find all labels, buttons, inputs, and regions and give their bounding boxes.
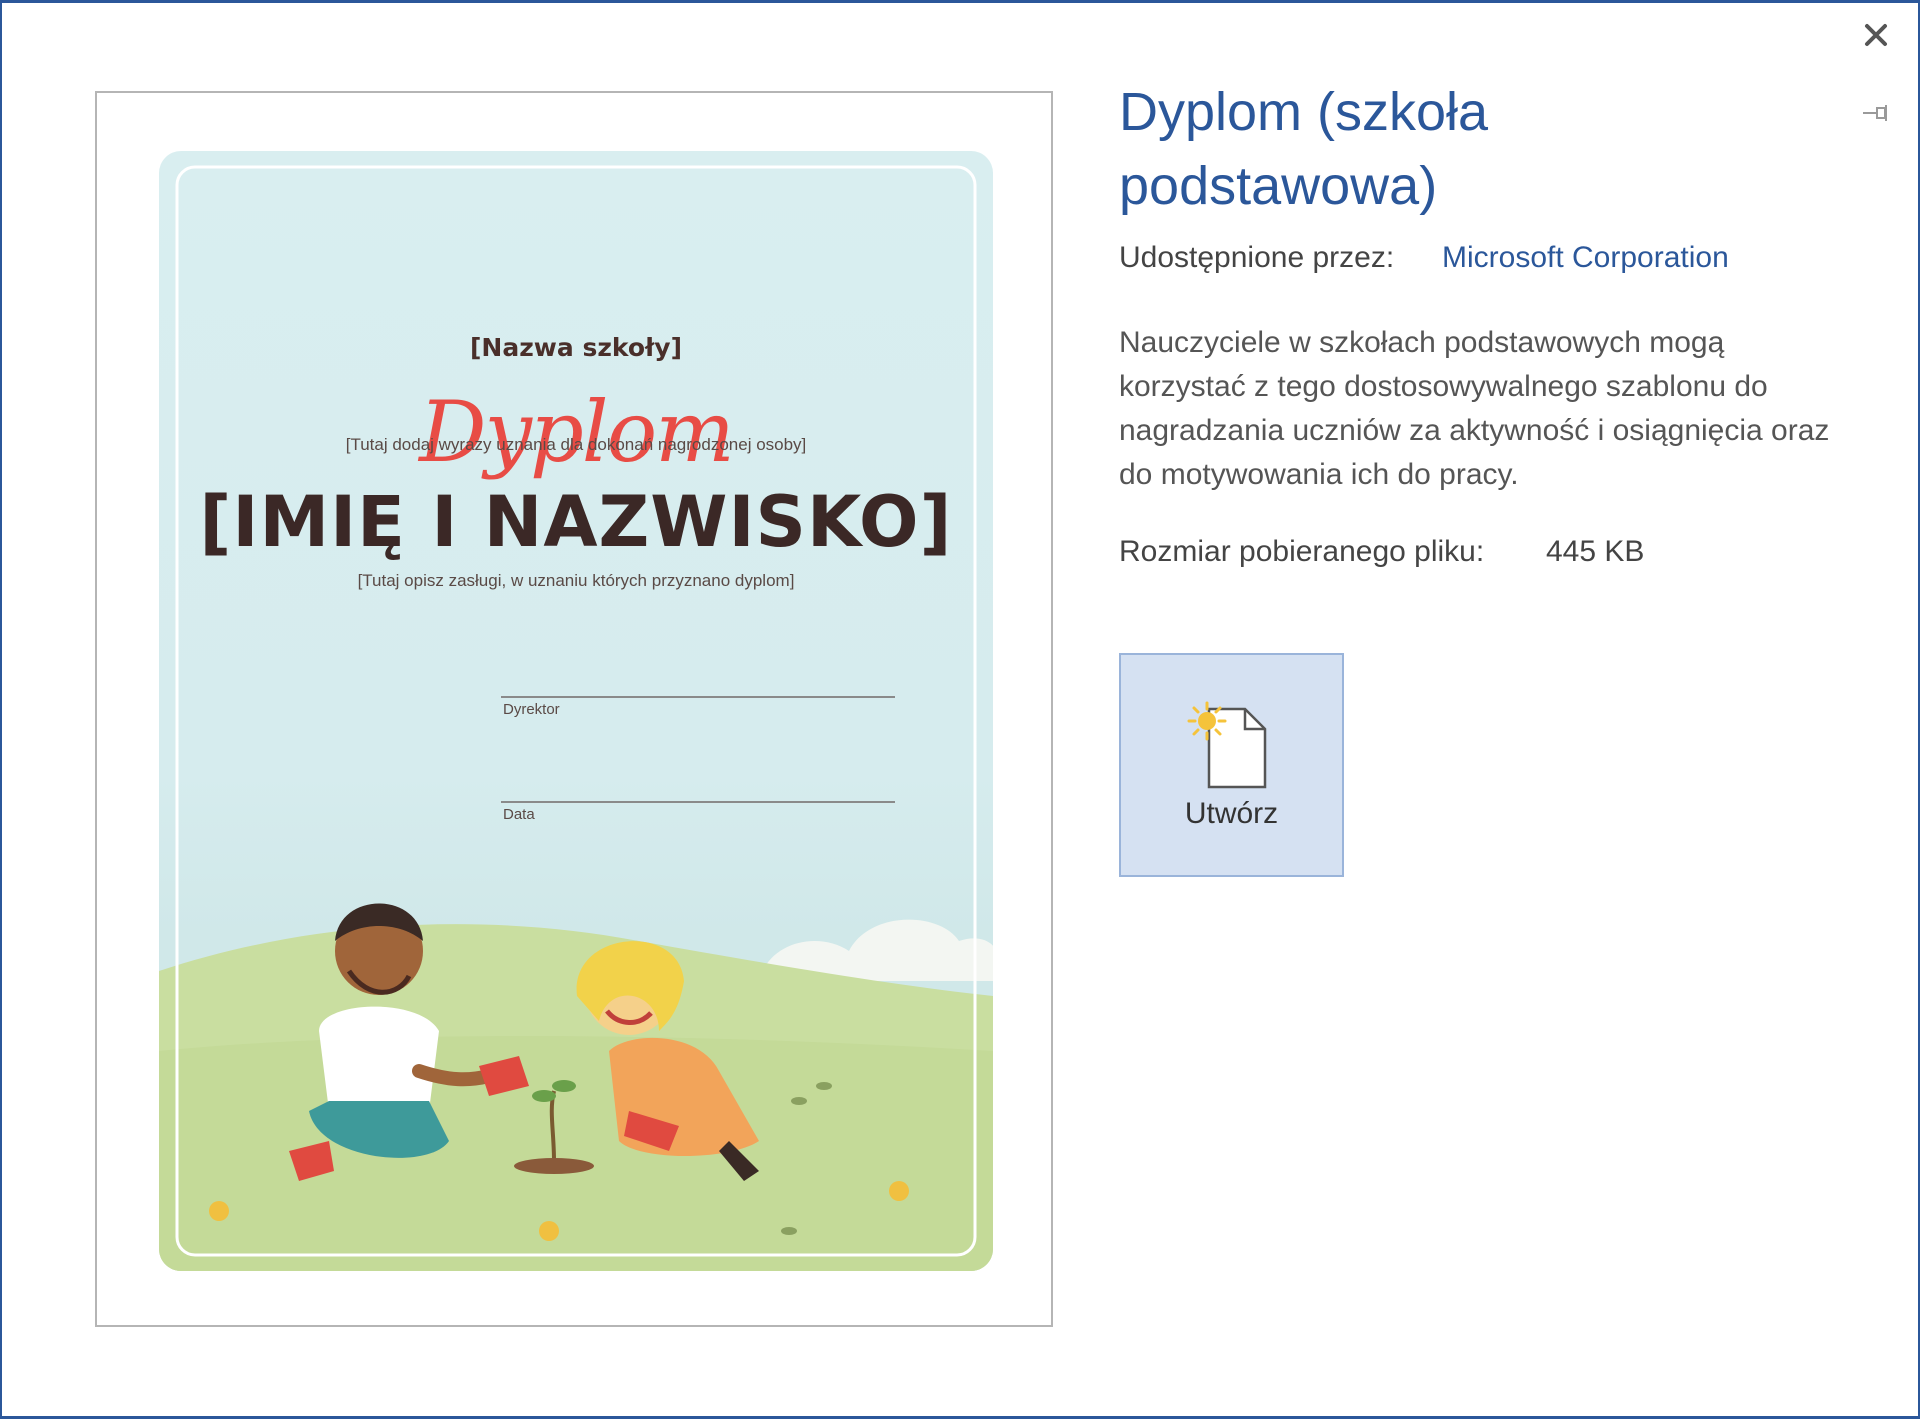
director-signature-label: Dyrektor	[503, 701, 560, 718]
publisher-link[interactable]: Microsoft Corporation	[1442, 241, 1729, 275]
shared-by-label: Udostępnione przez:	[1119, 241, 1395, 274]
template-title: Dyplom (szkoła podstawowa)	[1119, 82, 1489, 216]
template-preview: [Nazwa szkoły] Dyplom [Tutaj dodaj wyraz…	[95, 91, 1053, 1327]
date-signature-label: Data	[503, 806, 535, 823]
template-preview-dialog: [Nazwa szkoły] Dyplom [Tutaj dodaj wyraz…	[0, 0, 1920, 1419]
certificate-school-name: [Nazwa szkoły]	[470, 333, 682, 362]
create-button[interactable]: Utwórz	[1119, 653, 1344, 877]
new-document-icon	[1187, 701, 1267, 789]
create-button-label: Utwórz	[1184, 797, 1279, 830]
certificate-illustration	[159, 165, 993, 1271]
date-signature-line	[501, 801, 895, 803]
download-size-label: Rozmiar pobieranego pliku:	[1119, 535, 1485, 568]
close-icon	[1865, 24, 1887, 46]
template-description: Nauczyciele w szkołach podstawowych mogą…	[1119, 326, 1830, 491]
download-size-value: 445 KB	[1546, 535, 1645, 568]
certificate-merits-line: [Tutaj opisz zasługi, w uznaniu których …	[357, 571, 795, 590]
certificate-heading: Dyplom	[419, 383, 735, 481]
close-button[interactable]	[1858, 17, 1894, 53]
pin-icon	[1863, 105, 1887, 121]
certificate-praise-line: [Tutaj dodaj wyrazy uznania dla dokonań …	[345, 435, 807, 454]
certificate-thumbnail: [Nazwa szkoły] Dyplom [Tutaj dodaj wyraz…	[159, 151, 993, 1271]
pin-button[interactable]	[1860, 97, 1892, 129]
certificate-recipient-name: [IMIĘ I NAZWISKO]	[199, 481, 953, 563]
director-signature-line	[501, 696, 895, 698]
